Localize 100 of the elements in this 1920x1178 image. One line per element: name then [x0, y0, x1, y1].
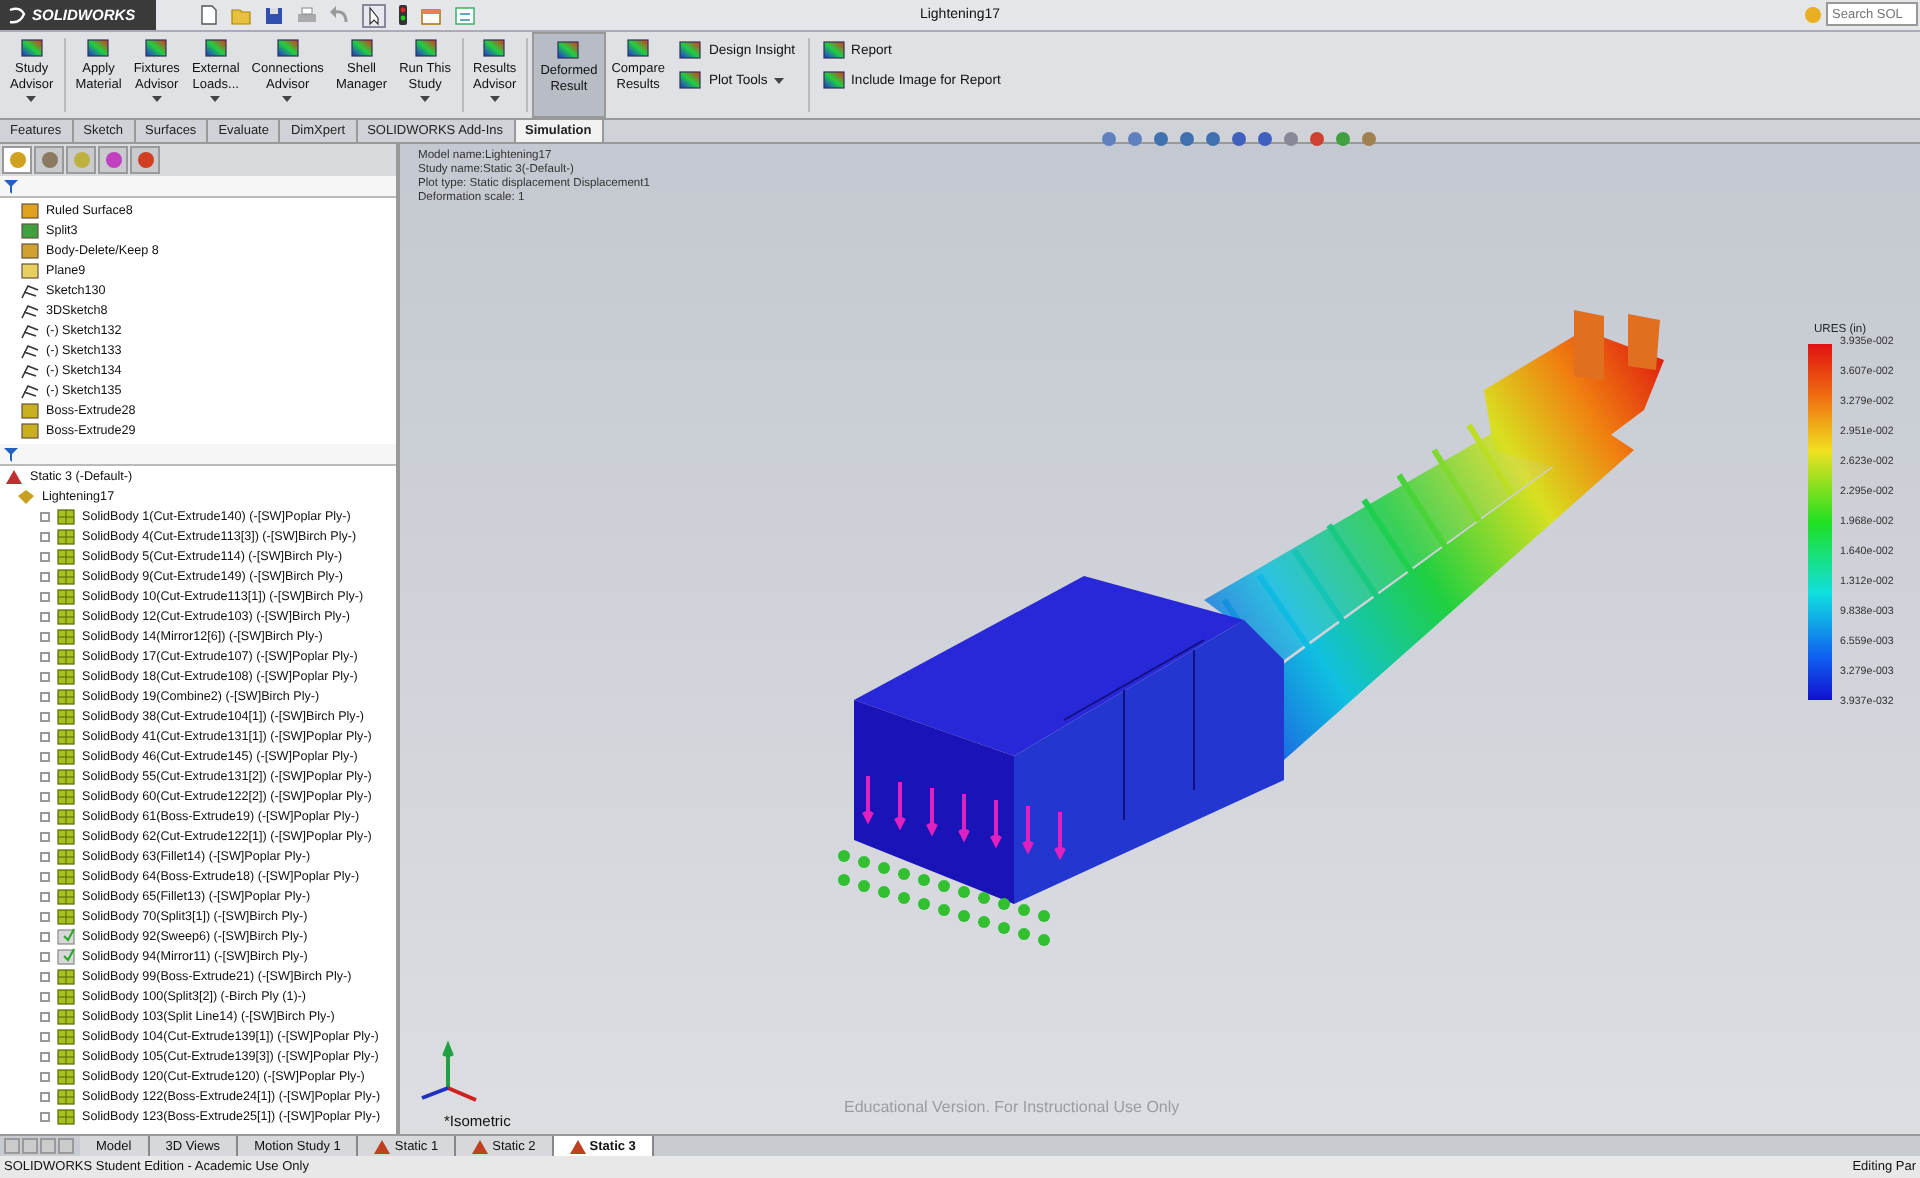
solid-body-icon [56, 907, 76, 925]
solid-body-icon [56, 527, 76, 545]
solid-body-icon [56, 707, 76, 725]
window-icon[interactable] [420, 5, 442, 25]
tick-square-icon [56, 927, 76, 945]
solid-body-icon [56, 627, 76, 645]
fixture-marker [978, 892, 990, 904]
watermark-text: Educational Version. For Instructional Use Only [844, 1098, 1180, 1116]
gradient-square-icon [413, 36, 438, 60]
caret-icon[interactable] [489, 96, 500, 102]
solid-body-icon [56, 847, 76, 865]
printer-icon[interactable] [296, 5, 318, 25]
solid-body-icon [56, 887, 76, 905]
caret-icon[interactable] [773, 77, 784, 83]
solid-body-icon [56, 1107, 76, 1125]
tick-square-icon [56, 947, 76, 965]
load-arrow [1054, 810, 1066, 861]
solid-body-icon [56, 807, 76, 825]
solid-body-icon [56, 587, 76, 605]
solid-body-icon [56, 1087, 76, 1105]
fixture-marker [838, 874, 850, 886]
gradient-square-icon [144, 36, 169, 60]
solid-body-icon [56, 827, 76, 845]
gradient-square-icon [556, 38, 581, 62]
fixture-marker [878, 886, 890, 898]
checklist-icon[interactable] [454, 5, 476, 25]
sketch-icon [20, 381, 40, 399]
cross-box-icon [20, 241, 40, 259]
load-arrow [926, 786, 938, 837]
save-icon[interactable] [264, 5, 284, 25]
panel-tab[interactable] [98, 146, 128, 174]
caret-icon[interactable] [282, 96, 293, 102]
panel-tab[interactable] [130, 146, 160, 174]
sketch-icon [20, 341, 40, 359]
load-arrow [990, 798, 1002, 849]
solid-body-icon [56, 1027, 76, 1045]
solid-body-icon [56, 967, 76, 985]
gradient-square-icon [482, 36, 507, 60]
solid-body-icon [56, 727, 76, 745]
caret-icon[interactable] [210, 96, 221, 102]
gradient-square-icon [86, 36, 111, 60]
sketch-icon [20, 361, 40, 379]
fixture-marker [898, 892, 910, 904]
fixture-marker [858, 856, 870, 868]
cursor-icon[interactable] [362, 3, 386, 27]
fixture-marker [938, 904, 950, 916]
solid-body-icon [56, 547, 76, 565]
folder-icon[interactable] [230, 5, 252, 25]
fixture-marker [838, 850, 850, 862]
caret-icon[interactable] [420, 96, 431, 102]
previous-icon[interactable] [22, 1138, 38, 1154]
sketch-icon [20, 301, 40, 319]
solid-body-icon [56, 747, 76, 765]
solid-body-icon [56, 607, 76, 625]
fixture-marker [958, 910, 970, 922]
fixture-marker [878, 862, 890, 874]
solid-body-icon [56, 867, 76, 885]
gradient-square-icon [203, 36, 228, 60]
panel-tab[interactable] [34, 146, 64, 174]
solid-body-icon [56, 987, 76, 1005]
undo-icon[interactable] [330, 5, 350, 25]
last-icon[interactable] [58, 1138, 74, 1154]
traffic-light-icon[interactable] [398, 4, 408, 26]
fixture-marker [998, 898, 1010, 910]
fixture-marker [978, 916, 990, 928]
gradient-square-icon [349, 36, 374, 60]
solid-body-icon [56, 1047, 76, 1065]
document-icon[interactable] [200, 4, 218, 26]
solid-body-icon [56, 567, 76, 585]
filter-icon[interactable] [4, 447, 18, 461]
next-icon[interactable] [40, 1138, 56, 1154]
solid-body-icon [56, 1067, 76, 1085]
part-icon [16, 487, 36, 505]
sketch-icon [20, 321, 40, 339]
fixture-marker [918, 874, 930, 886]
first-icon[interactable] [4, 1138, 20, 1154]
load-arrow [894, 780, 906, 831]
fixture-marker [858, 880, 870, 892]
fixture-marker [898, 868, 910, 880]
fixture-marker [938, 880, 950, 892]
panel-tab[interactable] [2, 146, 32, 174]
fixture-marker [998, 922, 1010, 934]
gradient-square-icon [626, 36, 651, 60]
solid-body-icon [56, 507, 76, 525]
caret-icon[interactable] [151, 96, 162, 102]
load-arrow [862, 774, 874, 825]
solid-body-icon [56, 687, 76, 705]
solid-body-icon [56, 667, 76, 685]
gradient-square-icon [275, 36, 300, 60]
fixture-marker [1038, 910, 1050, 922]
caret-icon[interactable] [26, 96, 37, 102]
solid-body-icon [56, 767, 76, 785]
panel-tab[interactable] [66, 146, 96, 174]
fixture-marker [918, 898, 930, 910]
load-arrow [958, 792, 970, 843]
fixture-marker [1018, 928, 1030, 940]
fixture-marker [1038, 934, 1050, 946]
gradient-square-icon [19, 36, 44, 60]
surface-icon [20, 201, 40, 219]
sketch-icon [20, 281, 40, 299]
